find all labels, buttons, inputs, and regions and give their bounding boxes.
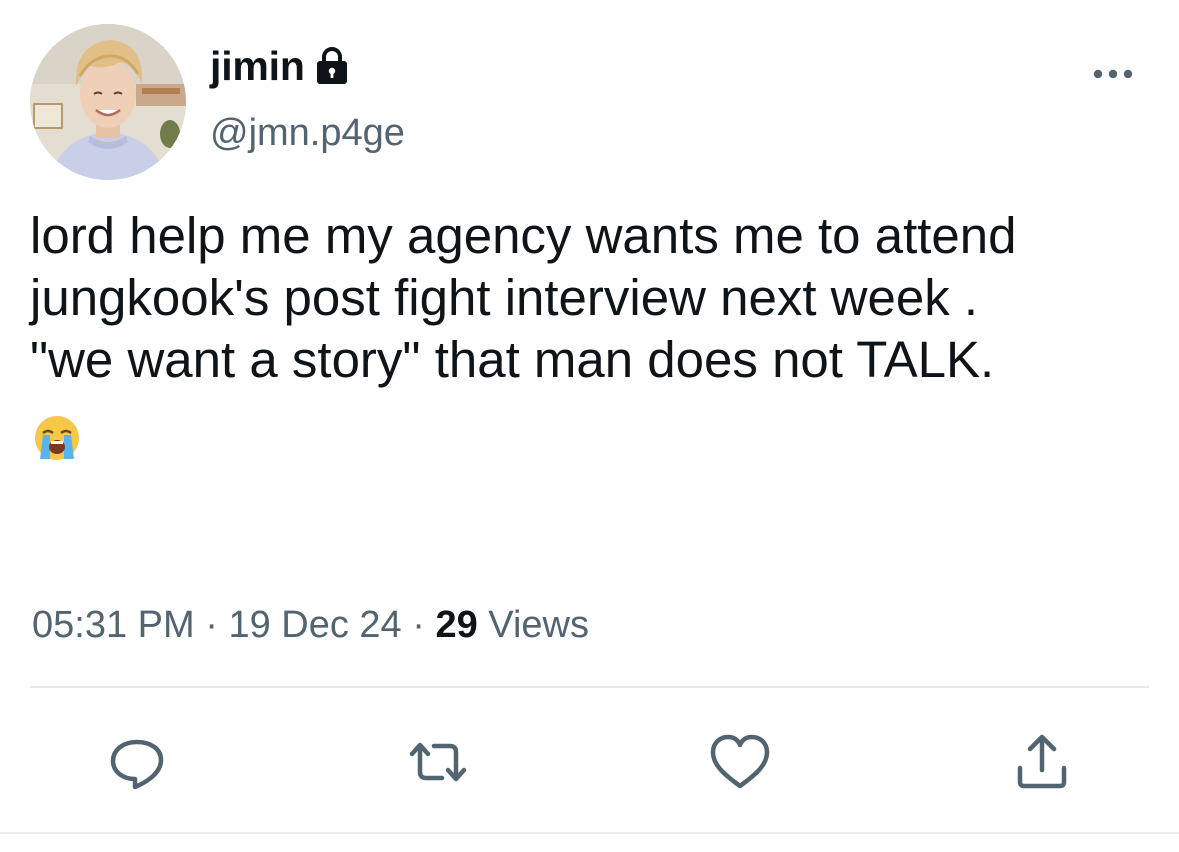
action-bar	[0, 730, 1179, 794]
loudly-crying-face-emoji	[32, 413, 82, 463]
name-row: jimin	[210, 40, 350, 92]
tweet-meta: 05:31 PM · 19 Dec 24 · 29 Views	[32, 604, 589, 647]
tweet-text: lord help me my agency wants me to atten…	[30, 207, 1017, 388]
avatar-image	[30, 24, 186, 180]
tweet-time[interactable]: 05:31 PM	[32, 604, 195, 646]
share-button[interactable]	[1010, 730, 1074, 794]
lock-icon	[314, 46, 350, 86]
like-button[interactable]	[708, 730, 772, 794]
tweet-card: jimin @jmn.p4ge lord help me my agency w…	[0, 0, 1179, 852]
bottom-divider	[0, 832, 1179, 834]
tweet-date[interactable]: 19 Dec 24	[228, 604, 401, 646]
share-icon	[1017, 734, 1067, 789]
more-icon[interactable]	[1090, 62, 1136, 86]
retweet-button[interactable]	[406, 730, 470, 794]
retweet-icon	[409, 742, 467, 782]
divider	[30, 686, 1149, 688]
meta-separator: ·	[412, 604, 425, 646]
user-handle[interactable]: @jmn.p4ge	[210, 112, 405, 155]
heart-icon	[710, 734, 770, 789]
display-name[interactable]: jimin	[210, 43, 305, 90]
views-label: Views	[488, 604, 589, 646]
profile-avatar[interactable]	[30, 24, 186, 180]
reply-button[interactable]	[105, 730, 169, 794]
meta-separator: ·	[205, 604, 218, 646]
views-count: 29	[435, 604, 478, 646]
reply-icon	[110, 739, 164, 790]
